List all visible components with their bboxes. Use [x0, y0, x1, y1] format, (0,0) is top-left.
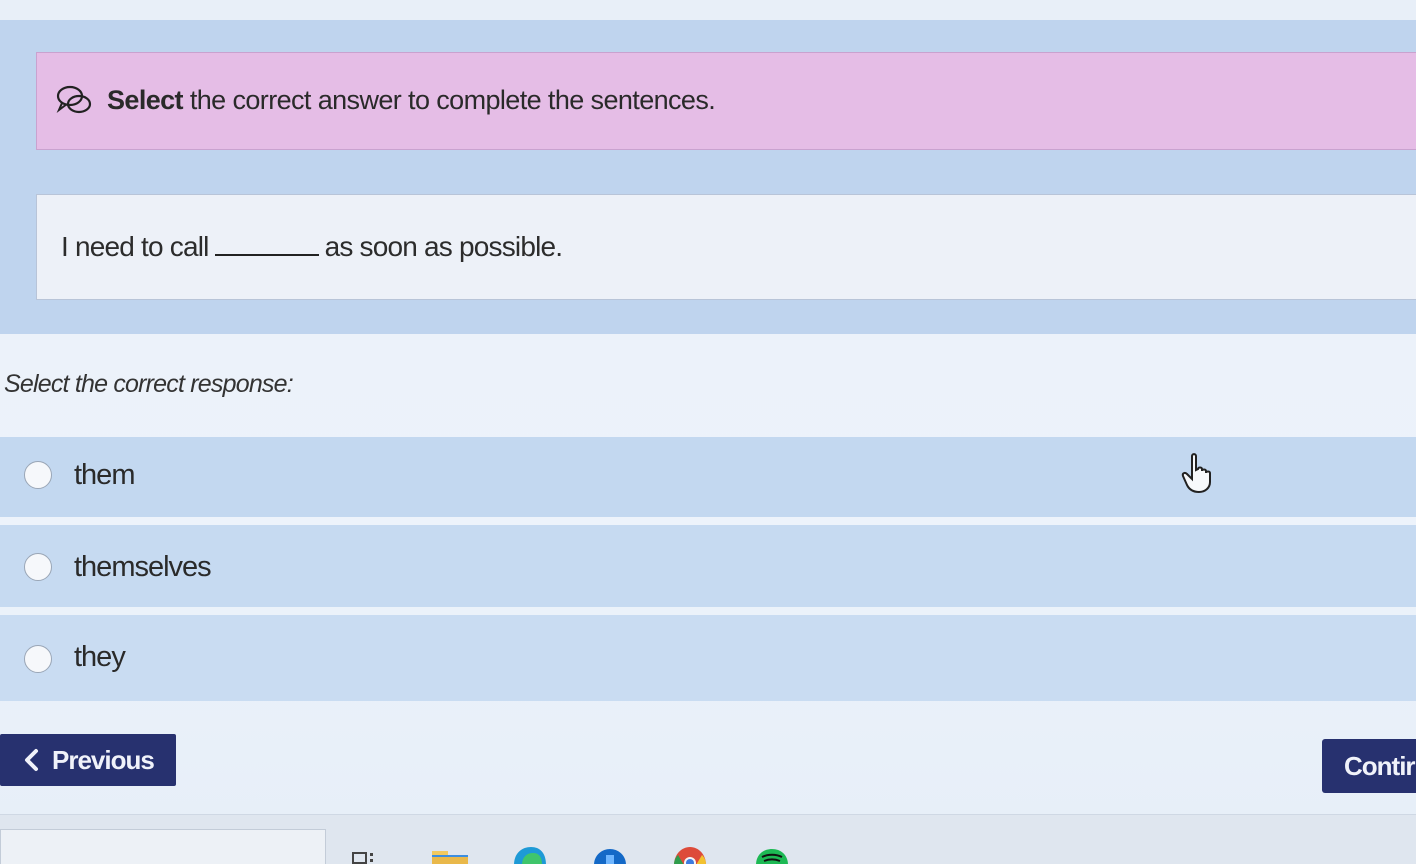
radio-button[interactable]: [24, 645, 52, 673]
answer-option-they[interactable]: they: [0, 615, 1416, 701]
sentence-before: I need to call: [61, 231, 209, 262]
taskbar: [0, 814, 1416, 864]
sentence: I need to call as soon as possible.: [61, 231, 564, 263]
instruction-text: Select the correct answer to complete th…: [107, 85, 716, 116]
chevron-left-icon: [25, 749, 38, 771]
sentence-box: I need to call as soon as possible.: [36, 194, 1416, 300]
sentence-blank: [214, 232, 319, 256]
task-view-icon[interactable]: [350, 841, 386, 864]
page: Select the correct answer to complete th…: [0, 0, 1416, 864]
speech-bubbles-icon: [56, 85, 92, 114]
sentence-after: as soon as possible.: [324, 231, 564, 262]
instruction-bold-word: Select: [107, 85, 184, 115]
hand-cursor-icon: [1181, 453, 1211, 494]
edge-icon[interactable]: [512, 841, 548, 864]
top-strip: [0, 0, 1416, 20]
spotify-icon[interactable]: [754, 841, 790, 864]
answer-option-themselves[interactable]: themselves: [0, 525, 1416, 607]
chrome-icon[interactable]: [672, 841, 708, 864]
previous-button[interactable]: Previous: [0, 734, 176, 786]
taskbar-search-box[interactable]: [0, 829, 326, 864]
continue-label: Contir: [1344, 751, 1416, 781]
radio-button[interactable]: [24, 553, 52, 581]
option-label: them: [74, 459, 135, 491]
continue-button[interactable]: Contir: [1322, 739, 1416, 793]
store-icon[interactable]: [592, 841, 628, 864]
response-prompt: Select the correct response:: [4, 370, 294, 398]
previous-label: Previous: [52, 745, 155, 775]
instruction-banner: Select the correct answer to complete th…: [36, 52, 1416, 150]
instruction-rest: the correct answer to complete the sente…: [182, 85, 716, 115]
radio-button[interactable]: [24, 461, 52, 489]
file-explorer-icon[interactable]: [432, 841, 468, 864]
option-label: they: [74, 641, 126, 673]
option-label: themselves: [74, 551, 212, 583]
